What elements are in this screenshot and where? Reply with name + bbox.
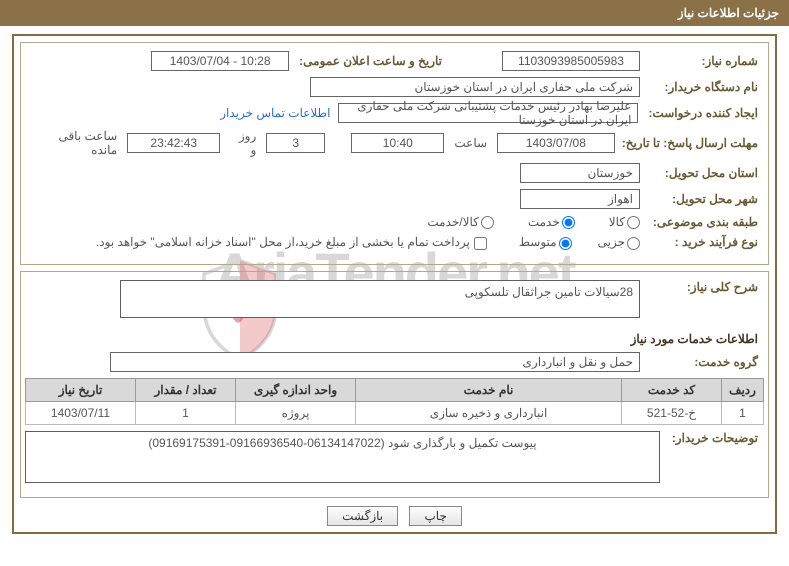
radio-jozee-label: جزیی [598, 235, 640, 249]
table-head-row: ردیف کد خدمت نام خدمت واحد اندازه گیری ت… [26, 378, 764, 401]
label-day-and: روز و [224, 129, 262, 157]
field-service-group: حمل و نقل و انبارداری [110, 352, 640, 372]
cell-name: انبارداری و ذخیره سازی [356, 401, 622, 424]
label-delivery-city: شهر محل تحویل: [644, 192, 764, 206]
radio-khadamat[interactable] [562, 216, 575, 229]
field-deadline-time: 10:40 [351, 133, 444, 153]
radio-kala[interactable] [627, 216, 640, 229]
buyer-contact-link[interactable]: اطلاعات تماس خریدار [216, 106, 334, 120]
radio-kala-label: کالا [609, 215, 640, 229]
label-need-overview: شرح کلی نیاز: [644, 280, 764, 294]
label-need-number: شماره نیاز: [644, 54, 764, 68]
label-delivery-province: استان محل تحویل: [644, 166, 764, 180]
services-section-title: اطلاعات خدمات مورد نیاز [25, 324, 764, 352]
details-panel: شماره نیاز: 1103093985005983 تاریخ و ساع… [20, 42, 769, 265]
label-announce-datetime: تاریخ و ساعت اعلان عمومی: [293, 54, 448, 68]
field-city: اهواز [520, 189, 640, 209]
field-deadline-date: 1403/07/08 [497, 133, 615, 153]
button-row: چاپ بازگشت [20, 506, 769, 526]
label-purchase-type: نوع فرآیند خرید : [644, 235, 764, 249]
payment-checkbox-label: پرداخت تمام یا بخشی از مبلغ خرید،از محل … [96, 235, 487, 249]
field-need-overview: 28سیالات تامین جراثقال تلسکوپی [120, 280, 640, 318]
cell-date: 1403/07/11 [26, 401, 136, 424]
th-code: کد خدمت [622, 378, 722, 401]
label-category: طبقه بندی موضوعی: [644, 215, 764, 229]
cell-row: 1 [722, 401, 764, 424]
page-title: جزئیات اطلاعات نیاز [678, 6, 779, 20]
field-countdown: 23:42:43 [127, 133, 220, 153]
label-remaining: ساعت باقی مانده [25, 129, 123, 157]
field-request-creator: علیرضا بهادر رئیس خدمات پشتیبانی شرکت مل… [338, 103, 638, 123]
th-qty: تعداد / مقدار [136, 378, 236, 401]
services-table: ردیف کد خدمت نام خدمت واحد اندازه گیری ت… [25, 378, 764, 425]
print-button[interactable]: چاپ [409, 506, 461, 526]
label-deadline: مهلت ارسال پاسخ: تا تاریخ: [619, 136, 764, 150]
field-buyer-notes: پیوست تکمیل و بارگذاری شود (06134147022-… [25, 431, 660, 483]
main-frame: شماره نیاز: 1103093985005983 تاریخ و ساع… [12, 34, 777, 534]
label-buyer-org: نام دستگاه خریدار: [644, 80, 764, 94]
radio-khadamat-label: خدمت [528, 215, 575, 229]
cell-qty: 1 [136, 401, 236, 424]
cell-unit: پروژه [236, 401, 356, 424]
payment-checkbox[interactable] [474, 237, 487, 250]
need-panel: شرح کلی نیاز: 28سیالات تامین جراثقال تلس… [20, 271, 769, 498]
radio-kala-khadmat-label: کالا/خدمت [427, 215, 493, 229]
radio-jozee[interactable] [627, 237, 640, 250]
field-province: خوزستان [520, 163, 640, 183]
page-title-bar: جزئیات اطلاعات نیاز [0, 0, 789, 26]
radio-kala-khadmat[interactable] [481, 216, 494, 229]
back-button[interactable]: بازگشت [327, 506, 398, 526]
field-need-number: 1103093985005983 [502, 51, 640, 71]
label-request-creator: ایجاد کننده درخواست: [642, 106, 764, 120]
th-name: نام خدمت [356, 378, 622, 401]
label-buyer-notes: توضیحات خریدار: [664, 431, 764, 445]
th-date: تاریخ نیاز [26, 378, 136, 401]
field-days: 3 [266, 133, 325, 153]
field-announce-datetime: 1403/07/04 - 10:28 [151, 51, 289, 71]
radio-motavaset-label: متوسط [519, 235, 572, 249]
radio-motavaset[interactable] [559, 237, 572, 250]
field-buyer-org: شرکت ملی حفاری ایران در استان خوزستان [310, 77, 640, 97]
label-service-group: گروه خدمت: [644, 355, 764, 369]
label-hour: ساعت [448, 136, 493, 150]
th-unit: واحد اندازه گیری [236, 378, 356, 401]
th-row: ردیف [722, 378, 764, 401]
cell-code: خ-52-521 [622, 401, 722, 424]
table-row: 1 خ-52-521 انبارداری و ذخیره سازی پروژه … [26, 401, 764, 424]
